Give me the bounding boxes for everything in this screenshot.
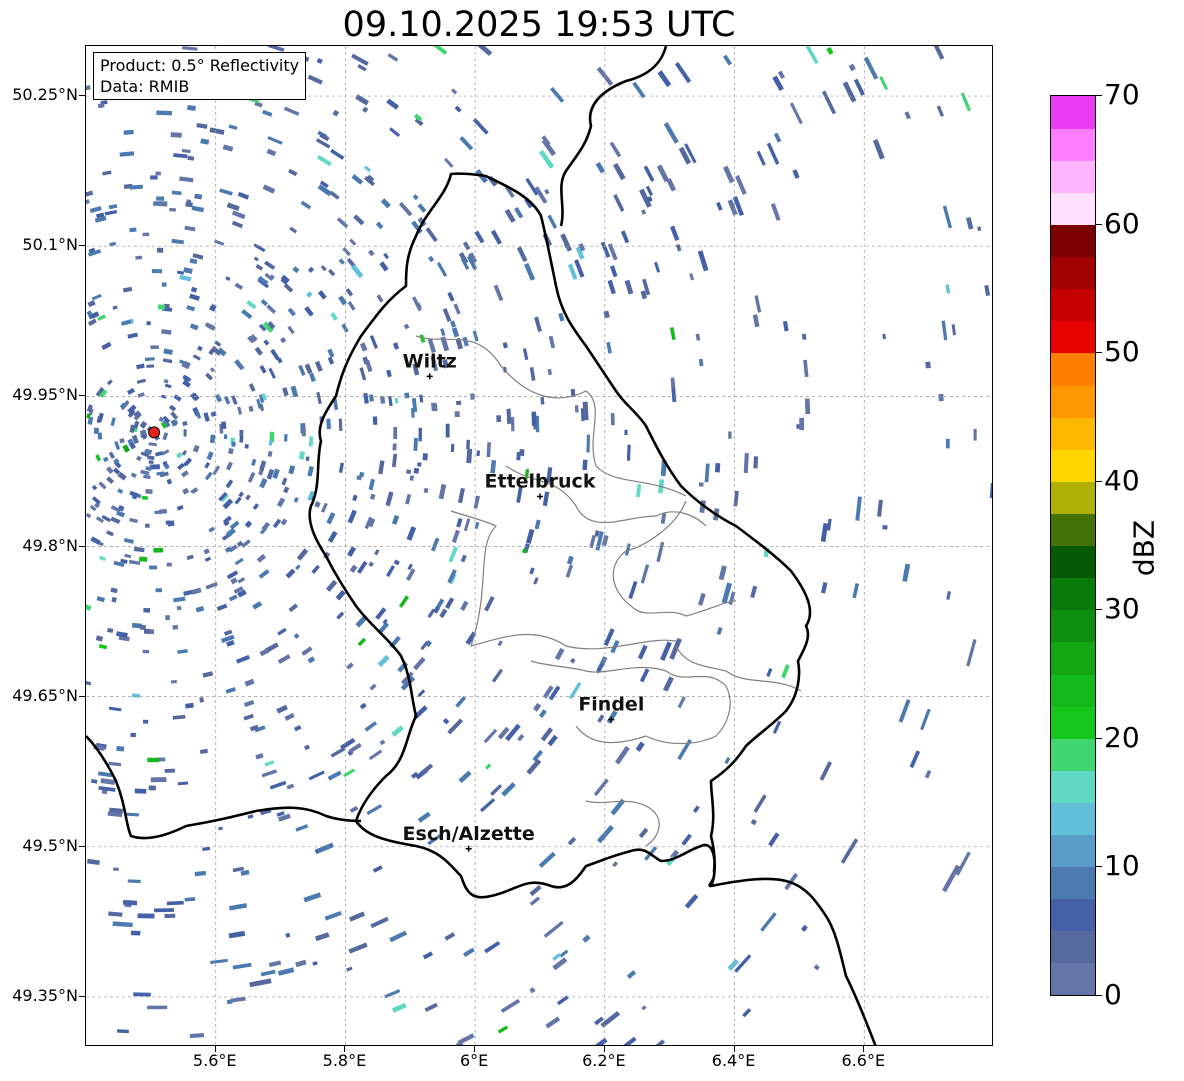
colorbar-tick bbox=[1096, 352, 1102, 354]
colorbar-bin bbox=[1051, 481, 1095, 514]
colorbar-bin bbox=[1051, 352, 1095, 386]
colorbar-bin bbox=[1051, 866, 1095, 900]
canton-boundary bbox=[675, 645, 802, 692]
colorbar-bin bbox=[1051, 898, 1095, 932]
product-info-box: Product: 0.5° Reflectivity Data: RMIB bbox=[93, 52, 307, 100]
longitude-tick-label: 6.2°E bbox=[582, 1051, 626, 1070]
latitude-tick bbox=[79, 395, 85, 397]
colorbar-bin bbox=[1051, 256, 1095, 290]
colorbar-tick-label: 10 bbox=[1104, 849, 1140, 883]
latitude-tick bbox=[79, 245, 85, 247]
colorbar-bin bbox=[1051, 770, 1095, 803]
colorbar-tick-label: 60 bbox=[1104, 206, 1140, 240]
colorbar-tick bbox=[1096, 480, 1102, 482]
city-marker: Wiltz bbox=[403, 350, 457, 380]
longitude-tick bbox=[733, 1046, 735, 1052]
longitude-tick-label: 6.4°E bbox=[711, 1051, 756, 1070]
colorbar-bin bbox=[1051, 128, 1095, 161]
longitude-tick bbox=[603, 1046, 605, 1052]
colorbar-bin bbox=[1051, 160, 1095, 193]
colorbar-bin bbox=[1051, 384, 1095, 418]
longitude-tick bbox=[214, 1046, 216, 1052]
colorbar-tick bbox=[1096, 609, 1102, 611]
colorbar-bin bbox=[1051, 545, 1095, 579]
latitude-tick-label: 49.35°N bbox=[12, 985, 78, 1005]
colorbar-bin bbox=[1051, 962, 1095, 995]
luxembourg-border bbox=[308, 172, 812, 899]
latitude-tick-label: 49.8°N bbox=[22, 535, 78, 555]
latitude-tick-label: 50.25°N bbox=[12, 85, 78, 105]
radar-site-layer bbox=[148, 426, 161, 439]
longitude-tick-label: 5.8°E bbox=[322, 1051, 367, 1070]
colorbar-bin bbox=[1051, 192, 1095, 226]
colorbar-bin bbox=[1051, 320, 1095, 354]
latitude-tick bbox=[79, 845, 85, 847]
city-label: Esch/Alzette bbox=[403, 823, 535, 845]
country-border bbox=[185, 806, 362, 828]
colorbar-bin bbox=[1051, 577, 1095, 611]
map-title: 09.10.2025 19:53 UTC bbox=[342, 5, 736, 45]
colorbar-tick bbox=[1096, 866, 1102, 868]
colorbar-tick-label: 20 bbox=[1104, 720, 1140, 754]
colorbar-bin bbox=[1051, 417, 1095, 450]
colorbar-bin bbox=[1051, 738, 1095, 771]
latitude-tick bbox=[79, 95, 85, 97]
colorbar-tick-label: 50 bbox=[1104, 335, 1140, 369]
colorbar-bin bbox=[1051, 930, 1095, 964]
colorbar-bin bbox=[1051, 288, 1095, 322]
longitude-tick bbox=[474, 1046, 476, 1052]
longitude-tick-label: 5.6°E bbox=[192, 1051, 237, 1070]
latitude-tick-label: 49.95°N bbox=[12, 385, 78, 405]
colorbar-tick bbox=[1096, 95, 1102, 96]
city-markers: Wiltz Ettelbruck Findel Esch/Alzette bbox=[403, 350, 644, 852]
canton-boundary bbox=[585, 800, 660, 847]
colorbar-tick bbox=[1096, 223, 1102, 225]
colorbar-tick-label: 0 bbox=[1104, 978, 1122, 1011]
city-marker: Ettelbruck bbox=[485, 470, 596, 500]
colorbar-bin bbox=[1051, 834, 1095, 868]
colorbar-bin bbox=[1051, 96, 1095, 129]
country-borders bbox=[86, 46, 877, 1045]
product-label: Product: 0.5° Reflectivity bbox=[100, 56, 300, 75]
city-label: Wiltz bbox=[403, 350, 457, 372]
latitude-tick bbox=[79, 545, 85, 547]
data-source-label: Data: RMIB bbox=[100, 77, 190, 96]
latitude-tick bbox=[79, 995, 85, 997]
city-label: Findel bbox=[578, 694, 644, 716]
colorbar-tick-label: 70 bbox=[1104, 78, 1140, 111]
colorbar-bin bbox=[1051, 224, 1095, 258]
colorbar-tick bbox=[1096, 737, 1102, 739]
colorbar-bin bbox=[1051, 673, 1095, 707]
colorbar-tick bbox=[1096, 995, 1102, 996]
latitude-tick-label: 49.5°N bbox=[22, 835, 78, 855]
colorbar-title: dBZ bbox=[1127, 519, 1161, 577]
longitude-tick bbox=[344, 1046, 346, 1052]
longitude-tick bbox=[863, 1046, 865, 1052]
canton-boundaries bbox=[415, 335, 802, 847]
colorbar-tick-label: 40 bbox=[1104, 463, 1140, 497]
colorbar-bin bbox=[1051, 706, 1095, 739]
canton-boundary bbox=[530, 660, 727, 687]
longitude-tick-label: 6.6°E bbox=[841, 1051, 886, 1070]
latitude-tick bbox=[79, 695, 85, 697]
radar-map-canvas: Wiltz Ettelbruck Findel Esch/Alzette bbox=[86, 46, 992, 1045]
city-plus-icon bbox=[426, 373, 433, 380]
radar-site-marker bbox=[148, 426, 161, 439]
colorbar-bin bbox=[1051, 641, 1095, 675]
city-label: Ettelbruck bbox=[485, 470, 596, 492]
radar-map[interactable]: Wiltz Ettelbruck Findel Esch/Alzette bbox=[85, 45, 993, 1046]
city-plus-icon bbox=[537, 493, 543, 500]
colorbar-bin bbox=[1051, 449, 1095, 482]
colorbar bbox=[1050, 95, 1096, 996]
latitude-tick-label: 49.65°N bbox=[12, 685, 78, 705]
longitude-tick-label: 6°E bbox=[459, 1051, 489, 1070]
colorbar-bin bbox=[1051, 609, 1095, 643]
colorbar-tick-label: 30 bbox=[1104, 592, 1140, 626]
latitude-tick-label: 50.1°N bbox=[22, 235, 78, 255]
colorbar-bin bbox=[1051, 802, 1095, 836]
colorbar-bin bbox=[1051, 513, 1095, 547]
city-marker: Findel bbox=[578, 694, 644, 723]
reflectivity-echoes bbox=[86, 46, 992, 1045]
